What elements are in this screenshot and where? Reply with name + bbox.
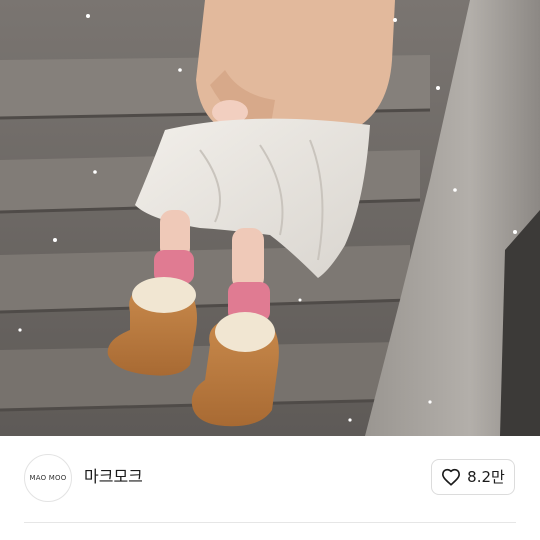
brand-name[interactable]: 마크모크 — [84, 467, 143, 487]
brand-bar: MAO MOO 마크모크 8.2만 — [0, 436, 540, 523]
like-button[interactable]: 8.2만 — [431, 459, 515, 495]
product-page: MAO MOO 마크모크 8.2만 — [0, 0, 540, 540]
product-photo[interactable] — [0, 0, 540, 436]
product-photo-illustration — [0, 0, 540, 436]
brand-logo[interactable]: MAO MOO — [24, 454, 72, 502]
divider — [24, 522, 516, 523]
like-count: 8.2만 — [467, 468, 505, 486]
heart-outline-icon — [441, 468, 461, 486]
brand-logo-text: MAO MOO — [29, 474, 67, 482]
